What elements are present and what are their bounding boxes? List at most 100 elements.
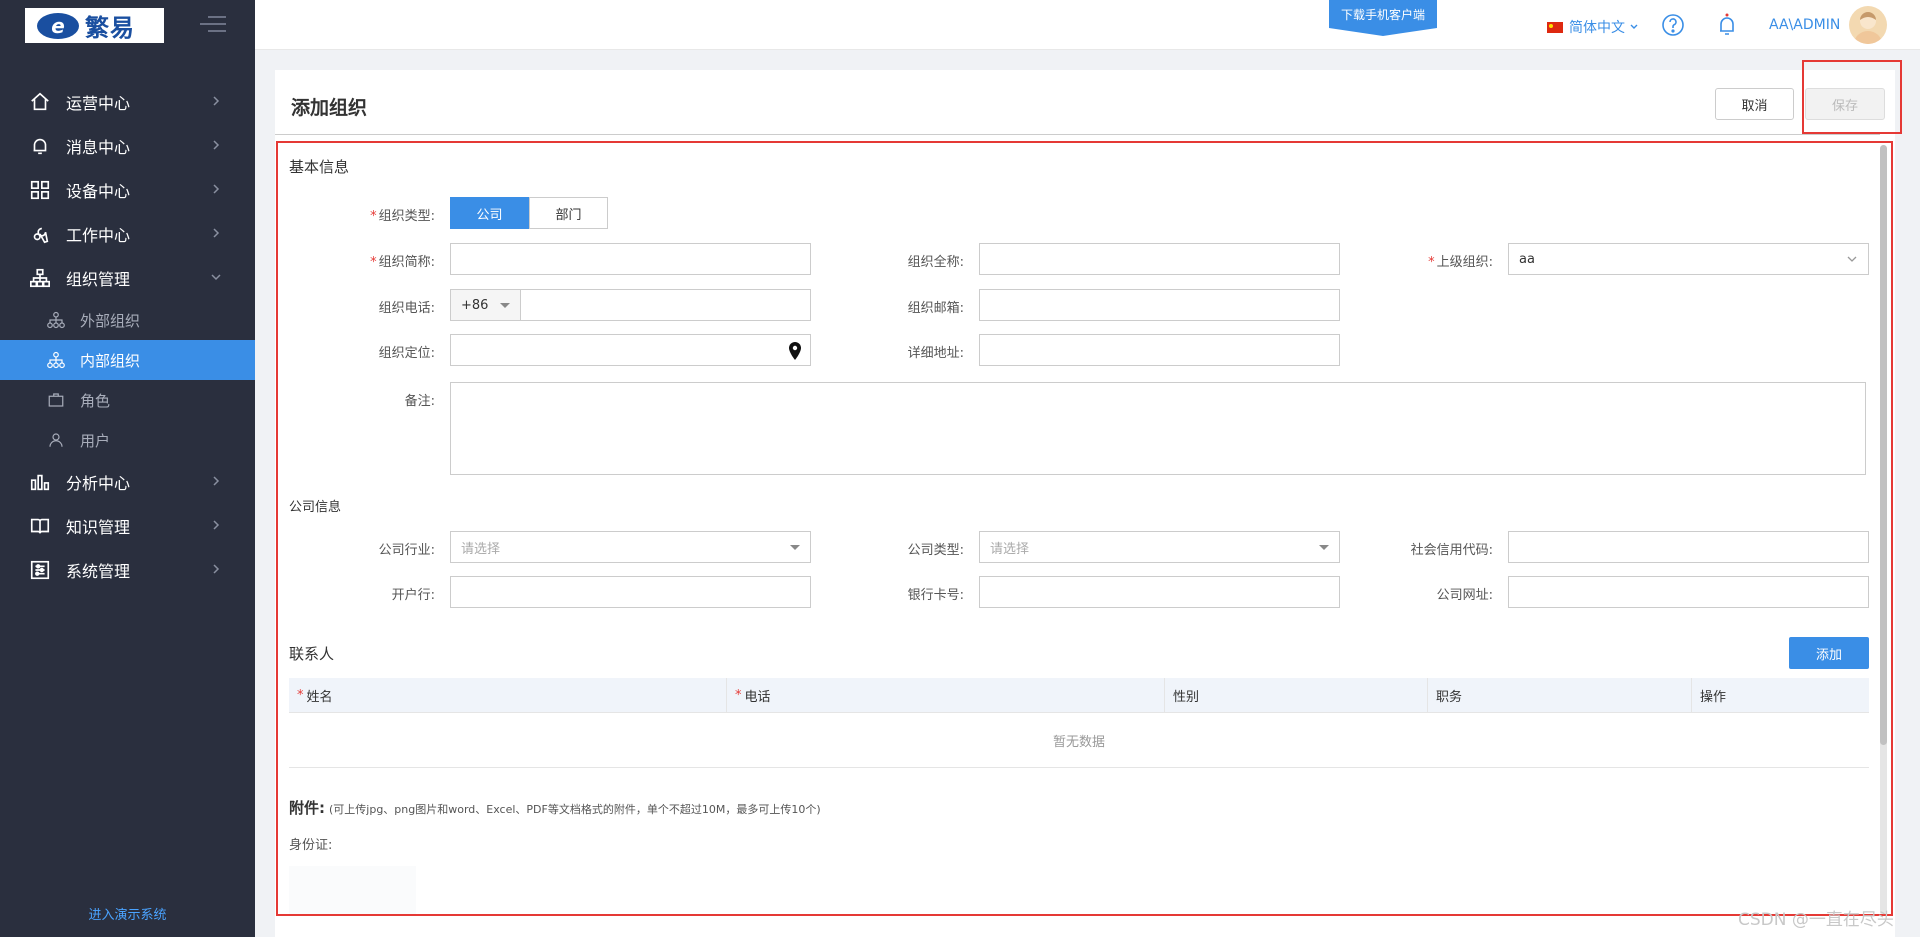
menu-item-messages[interactable]: 消息中心: [0, 124, 255, 168]
parent-org-select[interactable]: aa: [1508, 243, 1869, 275]
user-icon: [46, 430, 66, 450]
sub-item-label: 外部组织: [80, 311, 141, 330]
menu-item-label: 消息中心: [66, 138, 131, 157]
top-header: 下载手机客户端 简体中文 AA\ADMIN: [255, 0, 1920, 50]
sidebar: e 繁易 运营中心 消息中心 设备中心 工作中心 组织管理 外部组织 内部组织 …: [0, 0, 255, 937]
china-flag-icon: [1547, 21, 1563, 33]
remark-textarea[interactable]: [450, 382, 1866, 475]
chevron-down-icon: [211, 274, 221, 281]
menu-item-organization[interactable]: 组织管理: [0, 256, 255, 300]
table-header: * 姓名 * 电话 性别 职务 操作: [289, 678, 1869, 713]
sub-item-role[interactable]: 角色: [0, 380, 255, 420]
download-app-banner[interactable]: 下载手机客户端: [1329, 0, 1437, 37]
sub-item-label: 角色: [80, 391, 111, 410]
industry-select[interactable]: 请选择: [450, 531, 811, 563]
menu-item-knowledge[interactable]: 知识管理: [0, 504, 255, 548]
org-type-label: * 组织类型:: [370, 209, 435, 224]
attachments-hint: 附件: (可上传jpg、png图片和word、Excel、PDF等文档格式的附件，…: [289, 799, 821, 817]
industry-placeholder: 请选择: [461, 541, 501, 557]
org-type-toggle: 公司 部门: [450, 197, 608, 229]
parent-org-value: aa: [1519, 251, 1535, 267]
chevron-right-icon: [213, 520, 220, 530]
short-name-input[interactable]: [450, 243, 811, 275]
settings-panel-icon: [28, 558, 52, 582]
org-type-department[interactable]: 部门: [529, 197, 608, 229]
menu-item-label: 工作中心: [66, 226, 131, 245]
sub-item-label: 用户: [80, 431, 111, 450]
card-number-input[interactable]: [979, 576, 1340, 608]
help-icon[interactable]: [1661, 13, 1685, 37]
logo[interactable]: e 繁易: [25, 8, 164, 43]
book-icon: [28, 514, 52, 538]
company-type-placeholder: 请选择: [990, 541, 1030, 557]
org-tree-icon: [28, 266, 52, 290]
attachments-title: 附件:: [289, 799, 325, 817]
add-contact-button[interactable]: 添加: [1789, 637, 1869, 669]
parent-org-label: * 上级组织:: [1428, 255, 1493, 270]
org-email-input[interactable]: [979, 289, 1340, 321]
company-type-select[interactable]: 请选择: [979, 531, 1340, 563]
company-info-title: 公司信息: [289, 500, 342, 515]
org-location-input[interactable]: [450, 334, 811, 366]
column-name: * 姓名: [289, 678, 727, 713]
industry-label: 公司行业:: [378, 543, 435, 558]
demo-system-link[interactable]: 进入演示系统: [0, 904, 255, 923]
phone-prefix-value: +86: [461, 297, 489, 313]
download-app-label: 下载手机客户端: [1329, 0, 1437, 28]
bank-input[interactable]: [450, 576, 811, 608]
remark-label: 备注:: [404, 394, 435, 409]
cancel-button[interactable]: 取消: [1715, 88, 1794, 120]
card-number-label: 银行卡号:: [907, 588, 964, 603]
map-pin-icon[interactable]: [788, 342, 802, 360]
contacts-title: 联系人: [289, 645, 335, 663]
menu-item-work[interactable]: 工作中心: [0, 212, 255, 256]
sub-item-internal-org[interactable]: 内部组织: [0, 340, 255, 380]
full-name-input[interactable]: [979, 243, 1340, 275]
notification-bell-icon[interactable]: [1715, 12, 1739, 38]
watermark: CSDN @一直在尽头: [1738, 910, 1894, 930]
user-name[interactable]: AA\ADMIN: [1769, 17, 1840, 33]
caret-down-icon: [500, 303, 510, 308]
phone-prefix-select[interactable]: +86: [450, 289, 521, 321]
org-tree-icon: [46, 310, 66, 330]
company-type-label: 公司类型:: [907, 543, 964, 558]
menu-item-operations[interactable]: 运营中心: [0, 80, 255, 124]
org-type-company[interactable]: 公司: [450, 197, 529, 229]
website-label: 公司网址:: [1436, 588, 1493, 603]
bell-icon: [28, 134, 52, 158]
column-gender: 性别: [1165, 678, 1428, 713]
chevron-down-icon: [1630, 24, 1638, 29]
avatar[interactable]: [1849, 6, 1887, 44]
id-card-upload[interactable]: [289, 866, 416, 916]
id-card-label: 身份证:: [289, 838, 333, 853]
bar-chart-icon: [28, 470, 52, 494]
menu-item-label: 设备中心: [66, 182, 131, 201]
sub-item-external-org[interactable]: 外部组织: [0, 300, 255, 340]
scrollbar[interactable]: [1880, 145, 1887, 915]
logo-text: 繁易: [85, 14, 135, 42]
org-location-label: 组织定位:: [378, 346, 435, 361]
org-tree-icon: [46, 350, 66, 370]
page-title: 添加组织: [291, 97, 368, 119]
org-email-label: 组织邮箱:: [907, 301, 964, 316]
menu-item-label: 运营中心: [66, 94, 131, 113]
address-input[interactable]: [979, 334, 1340, 366]
chevron-right-icon: [213, 96, 220, 106]
collapse-menu-button[interactable]: [200, 16, 226, 34]
save-button[interactable]: 保存: [1805, 88, 1885, 120]
language-selector[interactable]: 简体中文: [1547, 17, 1639, 37]
website-input[interactable]: [1508, 576, 1869, 608]
caret-down-icon: [790, 545, 800, 550]
column-phone: * 电话: [727, 678, 1165, 713]
menu-item-label: 系统管理: [66, 562, 131, 581]
org-phone-input[interactable]: [520, 289, 811, 321]
credit-code-input[interactable]: [1508, 531, 1869, 563]
sub-item-user[interactable]: 用户: [0, 420, 255, 460]
menu-item-devices[interactable]: 设备中心: [0, 168, 255, 212]
briefcase-icon: [46, 390, 66, 410]
chevron-right-icon: [213, 476, 220, 486]
menu-item-analysis[interactable]: 分析中心: [0, 460, 255, 504]
scroll-thumb[interactable]: [1880, 145, 1887, 745]
menu-item-system[interactable]: 系统管理: [0, 548, 255, 592]
chevron-right-icon: [213, 564, 220, 574]
